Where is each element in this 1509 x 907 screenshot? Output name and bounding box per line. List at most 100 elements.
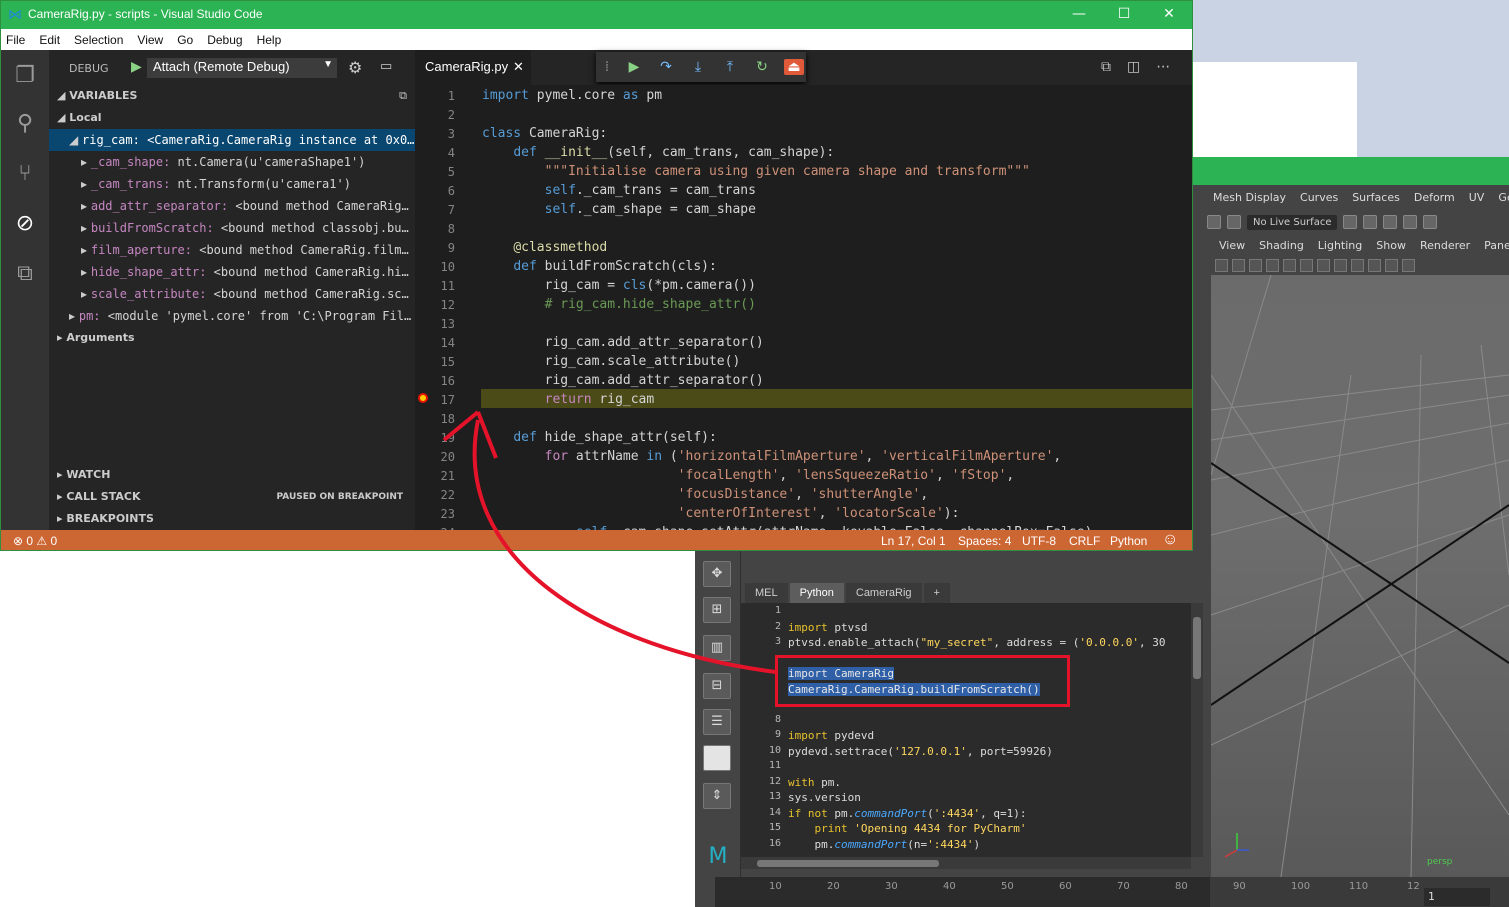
scroll-thumb[interactable]	[1193, 617, 1201, 679]
collapse-all-icon[interactable]: ⧉	[399, 86, 407, 106]
shelf-arrows-icon[interactable]: ⇕	[703, 783, 731, 809]
debug-config-select[interactable]: Attach (Remote Debug) ▼	[147, 58, 337, 78]
script-horizontal-scrollbar[interactable]	[741, 857, 1191, 869]
step-into-icon[interactable]: ⤓	[688, 59, 708, 75]
debug-icon[interactable]: ⊘	[11, 210, 39, 238]
variable-row[interactable]: ◢ rig_cam: <CameraRig.CameraRig instance…	[49, 129, 415, 151]
variable-row[interactable]: ▸ pm: <module 'pymel.core' from 'C:\Prog…	[49, 305, 415, 327]
camera-icon[interactable]	[1215, 258, 1228, 272]
line-endings[interactable]: CRLF	[1069, 534, 1100, 548]
call-stack-section-header[interactable]: ▸ CALL STACK PAUSED ON BREAKPOINT	[49, 487, 415, 507]
add-tab-button[interactable]: +	[923, 583, 950, 603]
open-changes-icon[interactable]: ⧉	[1101, 59, 1111, 75]
local-scope[interactable]: ◢ Local	[49, 108, 415, 128]
lighting-icon[interactable]	[1385, 258, 1398, 272]
panel-menu-view[interactable]: View	[1219, 239, 1245, 252]
layout-four-icon[interactable]: ⊞	[703, 597, 731, 623]
search-icon[interactable]: ⚲	[11, 110, 39, 138]
hypershade-icon[interactable]	[1423, 215, 1438, 229]
layout-side-icon[interactable]: ▥	[703, 635, 731, 661]
close-icon[interactable]: ✕	[513, 59, 524, 75]
gear-icon[interactable]: ⚙	[348, 58, 362, 77]
maya-menu-deform[interactable]: Deform	[1414, 191, 1455, 204]
wireframe-icon[interactable]	[1334, 258, 1347, 272]
split-editor-icon[interactable]: ◫	[1127, 59, 1140, 75]
ipr-icon[interactable]	[1383, 215, 1398, 229]
encoding[interactable]: UTF-8	[1022, 534, 1056, 548]
drag-handle-icon[interactable]: ⁞	[602, 59, 612, 75]
menu-help[interactable]: Help	[257, 33, 282, 47]
variable-row[interactable]: ▸ _cam_shape: nt.Camera(u'cameraShape1')	[49, 151, 415, 173]
maya-menu-uv[interactable]: UV	[1469, 191, 1485, 204]
panel-menu-renderer[interactable]: Renderer	[1420, 239, 1470, 252]
tab-camerarig[interactable]: CameraRig	[845, 583, 922, 603]
tab-camerarig-py[interactable]: CameraRig.py ✕	[415, 50, 531, 85]
tab-mel[interactable]: MEL	[745, 583, 788, 603]
outliner-layout-icon[interactable]: ⊟	[703, 673, 731, 699]
variables-section-header[interactable]: ◢ VARIABLES ⧉	[49, 86, 415, 106]
layout-list-icon[interactable]: ☰	[703, 709, 731, 735]
snap-icon[interactable]	[1227, 215, 1241, 229]
more-actions-icon[interactable]: ⋯	[1156, 59, 1170, 75]
variable-row[interactable]: ▸ film_aperture: <bound method CameraRig…	[49, 239, 415, 261]
script-input[interactable]: 1 2 import ptvsd 3 ptvsd.enable_attach("my_s…	[741, 603, 1191, 857]
camera-attr-icon[interactable]	[1232, 258, 1245, 272]
shadows-icon[interactable]	[1402, 258, 1415, 272]
language-mode[interactable]: Python	[1110, 534, 1147, 548]
menu-selection[interactable]: Selection	[74, 33, 123, 47]
watch-section-header[interactable]: ▸ WATCH	[49, 465, 415, 485]
disconnect-icon[interactable]: ⏏	[784, 59, 804, 75]
maya-viewport[interactable]	[1211, 275, 1509, 877]
step-out-icon[interactable]: ⤒	[720, 59, 740, 75]
code-editor[interactable]: 1 import pymel.core as pm 2 3 class CameraRi…	[415, 85, 1192, 530]
move-tool-icon[interactable]: ✥	[703, 561, 731, 587]
menu-debug[interactable]: Debug	[207, 33, 242, 47]
restart-icon[interactable]: ↻	[752, 59, 772, 75]
maya-menu-generate[interactable]: Gene	[1498, 191, 1509, 204]
cursor-position[interactable]: Ln 17, Col 1	[881, 534, 946, 548]
source-control-icon[interactable]: ⑂	[11, 160, 39, 188]
variable-row[interactable]: ▸ scale_attribute: <bound method CameraR…	[49, 283, 415, 305]
maya-menu-mesh-display[interactable]: Mesh Display	[1213, 191, 1286, 204]
step-over-icon[interactable]: ↷	[656, 59, 676, 75]
explorer-icon[interactable]: ❐	[11, 62, 39, 90]
textured-icon[interactable]	[1368, 258, 1381, 272]
menu-go[interactable]: Go	[177, 33, 193, 47]
variable-row[interactable]: ▸ buildFromScratch: <bound method classo…	[49, 217, 415, 239]
tab-python[interactable]: Python	[789, 583, 844, 603]
resolution-gate-icon[interactable]	[1317, 258, 1330, 272]
live-surface-field[interactable]: No Live Surface	[1247, 214, 1338, 230]
arguments-scope[interactable]: ▸ Arguments	[49, 328, 415, 348]
minimize-button[interactable]: —	[1064, 5, 1094, 25]
menu-file[interactable]: File	[6, 33, 25, 47]
maya-menu-curves[interactable]: Curves	[1300, 191, 1338, 204]
render-icon[interactable]	[1343, 215, 1358, 229]
feedback-smiley-icon[interactable]: ☺	[1162, 531, 1178, 549]
panel-menu-shading[interactable]: Shading	[1259, 239, 1304, 252]
render-settings-icon[interactable]	[1403, 215, 1418, 229]
indentation[interactable]: Spaces: 4	[958, 534, 1011, 548]
render-view-icon[interactable]	[1363, 215, 1378, 229]
blank-panel-icon[interactable]	[703, 745, 731, 771]
breakpoints-section-header[interactable]: ▸ BREAKPOINTS	[49, 509, 415, 529]
start-debugging-icon[interactable]: ▶	[131, 59, 142, 75]
problems-indicator[interactable]: ⊗ 0 ⚠ 0	[13, 534, 57, 548]
grid-icon[interactable]	[1283, 258, 1296, 272]
variable-row[interactable]: ▸ _cam_trans: nt.Transform(u'camera1')	[49, 173, 415, 195]
extensions-icon[interactable]: ⧉	[11, 260, 39, 288]
bookmark-icon[interactable]	[1249, 258, 1262, 272]
variable-row[interactable]: ▸ add_attr_separator: <bound method Came…	[49, 195, 415, 217]
debug-console-icon[interactable]: ▭	[380, 59, 392, 74]
script-vertical-scrollbar[interactable]	[1191, 603, 1203, 857]
menu-view[interactable]: View	[137, 33, 163, 47]
menu-edit[interactable]: Edit	[39, 33, 60, 47]
magnet-icon[interactable]	[1207, 215, 1221, 229]
continue-icon[interactable]: ▶	[624, 59, 644, 75]
panel-menu-lighting[interactable]: Lighting	[1318, 239, 1362, 252]
image-plane-icon[interactable]	[1266, 258, 1279, 272]
time-ruler[interactable]: 10 20 30 40 50 60 70 80 90 100 110 12	[715, 877, 1420, 907]
close-button[interactable]: ✕	[1154, 5, 1184, 25]
panel-menu-panels[interactable]: Panels	[1484, 239, 1509, 252]
hscroll-thumb[interactable]	[757, 860, 939, 867]
film-gate-icon[interactable]	[1300, 258, 1313, 272]
